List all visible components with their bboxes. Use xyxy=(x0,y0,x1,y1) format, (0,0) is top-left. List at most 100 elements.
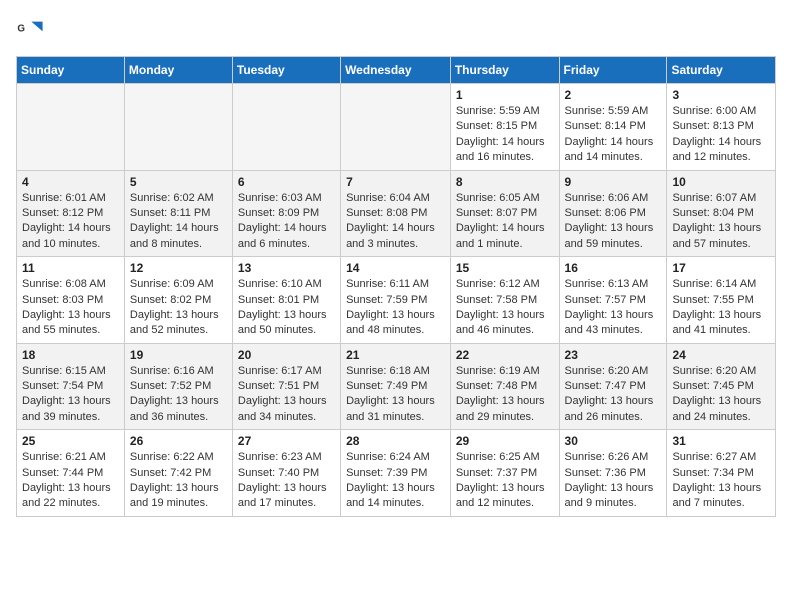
day-info: Sunrise: 6:15 AMSunset: 7:54 PMDaylight:… xyxy=(22,364,119,426)
day-number: 2 xyxy=(565,88,662,102)
column-header-sunday: Sunday xyxy=(17,57,125,84)
calendar-day: 5 Sunrise: 6:02 AMSunset: 8:11 PMDaylight… xyxy=(124,170,232,257)
calendar-day: 8 Sunrise: 6:05 AMSunset: 8:07 PMDaylight… xyxy=(450,170,559,257)
column-header-monday: Monday xyxy=(124,57,232,84)
svg-text:G: G xyxy=(17,23,25,34)
day-info: Sunrise: 6:10 AMSunset: 8:01 PMDaylight:… xyxy=(238,277,335,339)
calendar-day: 4Sunrise: 6:01 AMSunset: 8:12 PMDaylight… xyxy=(17,170,125,257)
day-number: 12 xyxy=(130,261,227,275)
day-number: 22 xyxy=(456,348,554,362)
day-number: 26 xyxy=(130,434,227,448)
day-number: 18 xyxy=(22,348,119,362)
day-number: 4 xyxy=(22,175,119,189)
day-number: 7 xyxy=(346,175,445,189)
day-info: Sunrise: 5:59 AMSunset: 8:14 PMDaylight:… xyxy=(565,104,662,166)
calendar-day: 20Sunrise: 6:17 AMSunset: 7:51 PMDayligh… xyxy=(232,343,340,430)
calendar-day: 28Sunrise: 6:24 AMSunset: 7:39 PMDayligh… xyxy=(341,430,451,517)
day-info: Sunrise: 6:14 AMSunset: 7:55 PMDaylight:… xyxy=(672,277,770,339)
calendar-day: 26 Sunrise: 6:22 AMSunset: 7:42 PMDayligh… xyxy=(124,430,232,517)
logo: G xyxy=(16,16,48,44)
calendar-day: 10 Sunrise: 6:07 AMSunset: 8:04 PMDayligh… xyxy=(667,170,776,257)
day-info: Sunrise: 6:13 AMSunset: 7:57 PMDaylight:… xyxy=(565,277,662,339)
day-number: 25 xyxy=(22,434,119,448)
day-number: 24 xyxy=(672,348,770,362)
calendar-header-row: SundayMondayTuesdayWednesdayThursdayFrid… xyxy=(17,57,776,84)
day-number: 1 xyxy=(456,88,554,102)
calendar-week-2: 4Sunrise: 6:01 AMSunset: 8:12 PMDaylight… xyxy=(17,170,776,257)
day-number: 10 xyxy=(672,175,770,189)
day-number: 16 xyxy=(565,261,662,275)
calendar-day xyxy=(17,84,125,171)
calendar-day xyxy=(232,84,340,171)
calendar-day xyxy=(341,84,451,171)
calendar-day xyxy=(124,84,232,171)
day-info: Sunrise: 6:09 AMSunset: 8:02 PMDaylight:… xyxy=(130,277,227,339)
calendar-day: 11 Sunrise: 6:08 AMSunset: 8:03 PMDayligh… xyxy=(17,257,125,344)
day-info: Sunrise: 6:12 AMSunset: 7:58 PMDaylight:… xyxy=(456,277,554,339)
calendar-day: 17 Sunrise: 6:14 AMSunset: 7:55 PMDayligh… xyxy=(667,257,776,344)
column-header-thursday: Thursday xyxy=(450,57,559,84)
calendar-day: 7 Sunrise: 6:04 AMSunset: 8:08 PMDaylight… xyxy=(341,170,451,257)
day-info: Sunrise: 6:02 AMSunset: 8:11 PMDaylight:… xyxy=(130,191,227,253)
logo-icon: G xyxy=(16,16,44,44)
day-number: 27 xyxy=(238,434,335,448)
day-number: 15 xyxy=(456,261,554,275)
calendar-day: 25 Sunrise: 6:21 AMSunset: 7:44 PMDayligh… xyxy=(17,430,125,517)
day-number: 3 xyxy=(672,88,770,102)
day-info: Sunrise: 6:22 AMSunset: 7:42 PMDaylight:… xyxy=(130,450,227,512)
day-number: 31 xyxy=(672,434,770,448)
day-number: 11 xyxy=(22,261,119,275)
calendar-day: 2 Sunrise: 5:59 AMSunset: 8:14 PMDaylight… xyxy=(559,84,667,171)
day-info: Sunrise: 6:04 AMSunset: 8:08 PMDaylight:… xyxy=(346,191,445,253)
calendar-day: 31Sunrise: 6:27 AMSunset: 7:34 PMDayligh… xyxy=(667,430,776,517)
calendar-day: 13 Sunrise: 6:10 AMSunset: 8:01 PMDayligh… xyxy=(232,257,340,344)
day-info: Sunrise: 6:26 AMSunset: 7:36 PMDaylight:… xyxy=(565,450,662,512)
calendar-day: 16 Sunrise: 6:13 AMSunset: 7:57 PMDayligh… xyxy=(559,257,667,344)
calendar-day: 29 Sunrise: 6:25 AMSunset: 7:37 PMDayligh… xyxy=(450,430,559,517)
calendar-day: 14Sunrise: 6:11 AMSunset: 7:59 PMDayligh… xyxy=(341,257,451,344)
day-number: 9 xyxy=(565,175,662,189)
calendar-day: 3 Sunrise: 6:00 AMSunset: 8:13 PMDaylight… xyxy=(667,84,776,171)
calendar-day: 1Sunrise: 5:59 AMSunset: 8:15 PMDaylight… xyxy=(450,84,559,171)
calendar-day: 27 Sunrise: 6:23 AMSunset: 7:40 PMDayligh… xyxy=(232,430,340,517)
calendar-week-3: 11 Sunrise: 6:08 AMSunset: 8:03 PMDayligh… xyxy=(17,257,776,344)
day-number: 6 xyxy=(238,175,335,189)
calendar-week-1: 1Sunrise: 5:59 AMSunset: 8:15 PMDaylight… xyxy=(17,84,776,171)
calendar-week-5: 25 Sunrise: 6:21 AMSunset: 7:44 PMDayligh… xyxy=(17,430,776,517)
day-number: 8 xyxy=(456,175,554,189)
calendar-day: 30 Sunrise: 6:26 AMSunset: 7:36 PMDayligh… xyxy=(559,430,667,517)
day-number: 17 xyxy=(672,261,770,275)
day-info: Sunrise: 6:05 AMSunset: 8:07 PMDaylight:… xyxy=(456,191,554,253)
day-info: Sunrise: 6:20 AMSunset: 7:45 PMDaylight:… xyxy=(672,364,770,426)
day-info: Sunrise: 6:07 AMSunset: 8:04 PMDaylight:… xyxy=(672,191,770,253)
day-number: 30 xyxy=(565,434,662,448)
day-info: Sunrise: 6:25 AMSunset: 7:37 PMDaylight:… xyxy=(456,450,554,512)
day-info: Sunrise: 6:06 AMSunset: 8:06 PMDaylight:… xyxy=(565,191,662,253)
day-info: Sunrise: 6:08 AMSunset: 8:03 PMDaylight:… xyxy=(22,277,119,339)
day-info: Sunrise: 6:19 AMSunset: 7:48 PMDaylight:… xyxy=(456,364,554,426)
calendar-day: 6 Sunrise: 6:03 AMSunset: 8:09 PMDaylight… xyxy=(232,170,340,257)
column-header-saturday: Saturday xyxy=(667,57,776,84)
calendar-day: 15 Sunrise: 6:12 AMSunset: 7:58 PMDayligh… xyxy=(450,257,559,344)
day-number: 5 xyxy=(130,175,227,189)
day-number: 13 xyxy=(238,261,335,275)
day-info: Sunrise: 6:11 AMSunset: 7:59 PMDaylight:… xyxy=(346,277,445,339)
day-info: Sunrise: 6:18 AMSunset: 7:49 PMDaylight:… xyxy=(346,364,445,426)
day-info: Sunrise: 6:03 AMSunset: 8:09 PMDaylight:… xyxy=(238,191,335,253)
calendar-day: 23Sunrise: 6:20 AMSunset: 7:47 PMDayligh… xyxy=(559,343,667,430)
column-header-friday: Friday xyxy=(559,57,667,84)
day-info: Sunrise: 6:23 AMSunset: 7:40 PMDaylight:… xyxy=(238,450,335,512)
day-number: 19 xyxy=(130,348,227,362)
calendar-day: 18 Sunrise: 6:15 AMSunset: 7:54 PMDayligh… xyxy=(17,343,125,430)
day-info: Sunrise: 6:00 AMSunset: 8:13 PMDaylight:… xyxy=(672,104,770,166)
calendar-day: 24 Sunrise: 6:20 AMSunset: 7:45 PMDayligh… xyxy=(667,343,776,430)
day-info: Sunrise: 6:21 AMSunset: 7:44 PMDaylight:… xyxy=(22,450,119,512)
day-number: 21 xyxy=(346,348,445,362)
calendar-table: SundayMondayTuesdayWednesdayThursdayFrid… xyxy=(16,56,776,517)
column-header-wednesday: Wednesday xyxy=(341,57,451,84)
calendar-day: 9 Sunrise: 6:06 AMSunset: 8:06 PMDaylight… xyxy=(559,170,667,257)
day-number: 29 xyxy=(456,434,554,448)
day-number: 23 xyxy=(565,348,662,362)
day-number: 28 xyxy=(346,434,445,448)
day-info: Sunrise: 6:17 AMSunset: 7:51 PMDaylight:… xyxy=(238,364,335,426)
